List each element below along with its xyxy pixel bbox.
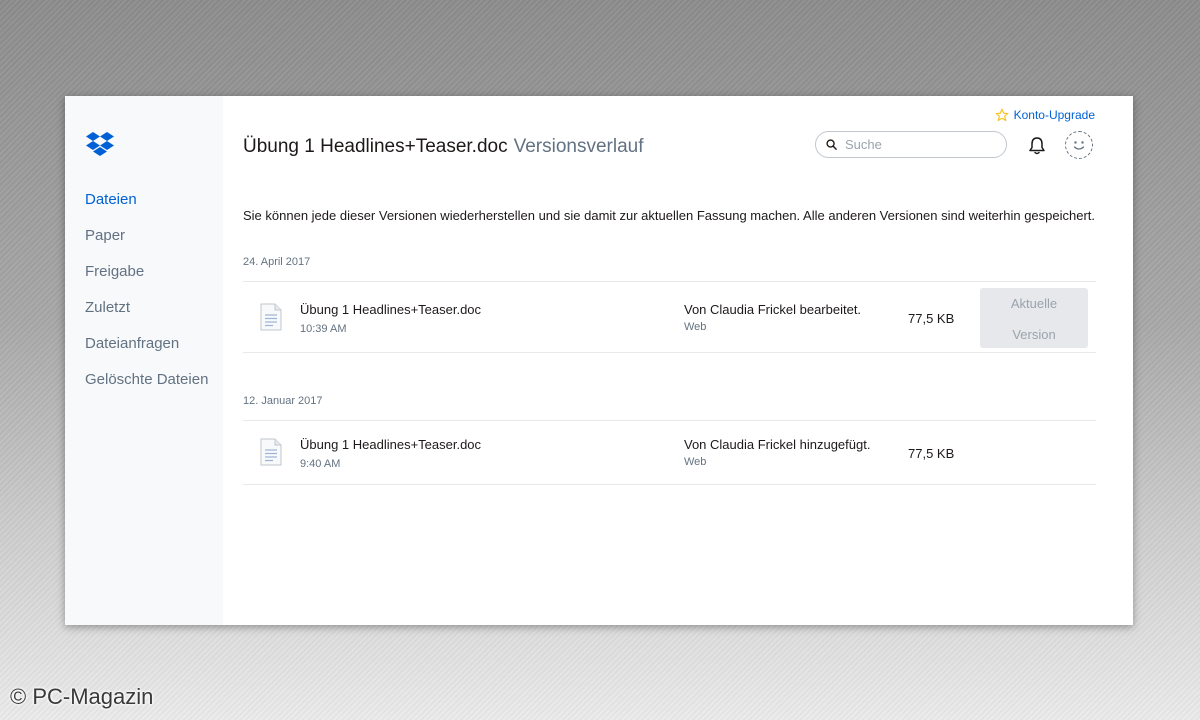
search-box[interactable] [815,131,1007,158]
bell-icon[interactable] [1028,136,1046,160]
watermark: © PC-Magazin [10,684,154,709]
sidebar-nav: Dateien Paper Freigabe Zuletzt Dateianfr… [85,191,208,407]
version-filename[interactable]: Übung 1 Headlines+Teaser.doc [300,302,481,317]
sidebar-item-dateien[interactable]: Dateien [85,191,208,227]
version-time: 9:40 AM [300,458,341,470]
upgrade-label: Konto-Upgrade [1013,108,1095,122]
version-action: Von Claudia Frickel bearbeitet. [684,302,862,317]
upgrade-link[interactable]: Konto-Upgrade [995,108,1095,122]
version-time: 10:39 AM [300,323,347,335]
version-size: 77,5 KB [908,446,955,461]
page-title-subtitle: Versionsverlauf [513,136,644,157]
avatar-icon[interactable] [1065,131,1093,159]
divider [243,281,1096,282]
sidebar-item-freigabe[interactable]: Freigabe [85,263,208,299]
current-version-label-line1: Aktuelle [1010,296,1058,311]
info-text: Sie können jede dieser Versionen wiederh… [243,208,1096,223]
version-row[interactable]: Übung 1 Headlines+Teaser.doc 9:40 AM Von… [243,418,1096,486]
sidebar-item-zuletzt[interactable]: Zuletzt [85,299,208,335]
search-input[interactable] [845,137,985,152]
sidebar: Dateien Paper Freigabe Zuletzt Dateianfr… [65,96,223,625]
app-window: Dateien Paper Freigabe Zuletzt Dateianfr… [65,96,1133,625]
dropbox-logo-icon[interactable] [85,131,115,159]
sidebar-item-paper[interactable]: Paper [85,227,208,263]
current-version-button[interactable]: Aktuelle Version [980,288,1088,348]
main-content: Konto-Upgrade Übung 1 Headlines+Teaser.d… [223,96,1133,625]
sidebar-item-dateianfragen[interactable]: Dateianfragen [85,335,208,371]
version-source: Web [684,321,707,333]
version-date: 12. Januar 2017 [243,395,323,407]
page-title-filename: Übung 1 Headlines+Teaser.doc [243,136,508,157]
star-icon [995,108,1009,122]
document-icon [260,438,282,466]
version-row[interactable]: Übung 1 Headlines+Teaser.doc 10:39 AM Vo… [243,283,1096,351]
document-icon [260,303,282,331]
version-source: Web [684,456,707,468]
divider [243,484,1096,485]
version-action: Von Claudia Frickel hinzugefügt. [684,437,871,452]
page-title: Übung 1 Headlines+Teaser.doc Versionsverl… [243,136,644,158]
current-version-label-line2: Version [1012,327,1056,342]
divider [243,352,1096,353]
version-filename[interactable]: Übung 1 Headlines+Teaser.doc [300,437,481,452]
search-icon [826,139,837,150]
version-size: 77,5 KB [908,311,955,326]
version-date: 24. April 2017 [243,256,311,268]
sidebar-item-geloeschte-dateien[interactable]: Gelöschte Dateien [85,371,208,407]
